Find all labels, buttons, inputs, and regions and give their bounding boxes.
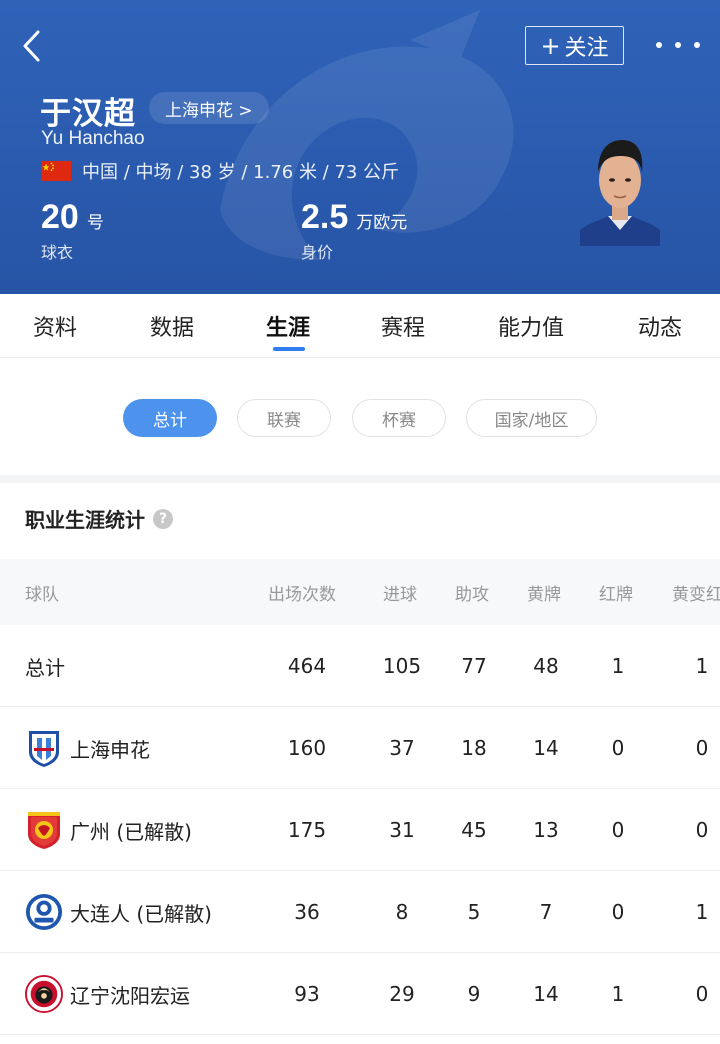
column-goals: 进球 bbox=[383, 584, 417, 605]
team-name: 总计 bbox=[25, 655, 65, 680]
table-row[interactable]: 大连人 (已解散) 36 8 5 7 0 1 bbox=[0, 871, 720, 953]
filter-total[interactable]: 总计 bbox=[123, 399, 217, 437]
player-info: 中国 / 中场 / 38 岁 / 1.76 米 / 73 公斤 bbox=[82, 162, 400, 183]
red-value: 0 bbox=[611, 736, 625, 760]
red-value: 1 bbox=[611, 654, 625, 678]
goals-value: 29 bbox=[389, 982, 415, 1006]
team-name: 大连人 (已解散) bbox=[70, 901, 212, 926]
market-value-caption: 身价 bbox=[301, 243, 334, 262]
column-team: 球队 bbox=[25, 584, 59, 605]
table-row[interactable]: 辽宁沈阳宏运 93 29 9 14 1 0 bbox=[0, 953, 720, 1035]
yellow-value: 48 bbox=[533, 654, 559, 678]
follow-label: 关注 bbox=[564, 35, 609, 61]
apps-value: 93 bbox=[294, 982, 320, 1006]
filter-cup[interactable]: 杯赛 bbox=[352, 399, 446, 437]
shirt-caption: 球衣 bbox=[41, 243, 74, 262]
team-name: 上海申花 bbox=[70, 737, 150, 762]
tab-schedule[interactable]: 赛程 bbox=[381, 294, 425, 358]
goals-value: 31 bbox=[389, 818, 415, 842]
player-avatar bbox=[580, 140, 660, 246]
yellow-red-value: 1 bbox=[695, 900, 709, 924]
back-icon[interactable] bbox=[16, 26, 48, 66]
more-options-icon[interactable] bbox=[656, 30, 700, 60]
tab-ability[interactable]: 能力值 bbox=[498, 294, 564, 358]
section-divider bbox=[0, 475, 720, 483]
assists-value: 77 bbox=[461, 654, 487, 678]
yellow-value: 14 bbox=[533, 736, 559, 760]
market-value-unit: 万欧元 bbox=[356, 213, 408, 233]
yellow-red-value: 0 bbox=[695, 736, 709, 760]
tab-bar: 资料 数据 生涯 赛程 能力值 动态 bbox=[0, 294, 720, 358]
guangzhou-logo-icon bbox=[28, 812, 60, 849]
filter-league[interactable]: 联赛 bbox=[237, 399, 331, 437]
filter-national[interactable]: 国家/地区 bbox=[466, 399, 597, 437]
goals-value: 37 bbox=[389, 736, 415, 760]
tab-news[interactable]: 动态 bbox=[638, 294, 682, 358]
goals-value: 105 bbox=[382, 654, 422, 678]
apps-value: 160 bbox=[287, 736, 327, 760]
assists-value: 45 bbox=[461, 818, 487, 842]
follow-button[interactable]: + 关注 bbox=[525, 26, 624, 65]
plus-icon: + bbox=[540, 31, 561, 60]
table-row[interactable]: 上海申花 160 37 18 14 0 0 bbox=[0, 707, 720, 789]
assists-value: 9 bbox=[467, 982, 481, 1006]
table-header: 球队 出场次数 进球 助攻 黄牌 红牌 黄变红 bbox=[0, 559, 720, 625]
player-header: + 关注 于汉超 上海申花 > Yu Hanchao 中国 / 中场 / 38 … bbox=[0, 0, 720, 294]
tab-stats[interactable]: 数据 bbox=[150, 294, 194, 358]
yellow-value: 13 bbox=[533, 818, 559, 842]
yellow-red-value: 0 bbox=[695, 818, 709, 842]
market-value: 2.5 bbox=[301, 198, 349, 236]
filter-bar: 总计 联赛 杯赛 国家/地区 bbox=[0, 359, 720, 475]
dalian-logo-icon bbox=[25, 893, 63, 931]
tab-profile[interactable]: 资料 bbox=[33, 294, 77, 358]
yellow-value: 14 bbox=[533, 982, 559, 1006]
assists-value: 18 bbox=[461, 736, 487, 760]
table-row: 总计 464 105 77 48 1 1 bbox=[0, 625, 720, 707]
column-yellow: 黄牌 bbox=[527, 584, 561, 605]
yellow-red-value: 0 bbox=[695, 982, 709, 1006]
club-link[interactable]: 上海申花 > bbox=[149, 92, 269, 124]
red-value: 0 bbox=[611, 900, 625, 924]
column-red: 红牌 bbox=[599, 584, 633, 605]
red-value: 1 bbox=[611, 982, 625, 1006]
apps-value: 175 bbox=[287, 818, 327, 842]
market-value-block: 2.5 万欧元 身价 bbox=[301, 198, 407, 263]
yellow-red-value: 1 bbox=[695, 654, 709, 678]
shirt-number-block: 20 号 球衣 bbox=[41, 198, 104, 263]
section-title-text: 职业生涯统计 bbox=[25, 508, 145, 532]
apps-value: 464 bbox=[287, 654, 327, 678]
assists-value: 5 bbox=[467, 900, 481, 924]
column-yellow-red: 黄变红 bbox=[672, 584, 720, 605]
player-name: 于汉超 bbox=[40, 96, 136, 132]
team-name: 辽宁沈阳宏运 bbox=[70, 983, 190, 1008]
section-title: 职业生涯统计 ? bbox=[25, 504, 173, 533]
shirt-number: 20 bbox=[41, 198, 79, 236]
team-name: 广州 (已解散) bbox=[70, 819, 192, 844]
china-flag-icon bbox=[41, 161, 71, 181]
table-row[interactable]: 广州 (已解散) 175 31 45 13 0 0 bbox=[0, 789, 720, 871]
shenhua-logo-icon bbox=[29, 731, 59, 767]
column-apps: 出场次数 bbox=[268, 584, 336, 605]
liaoning-logo-icon bbox=[25, 975, 63, 1013]
yellow-value: 7 bbox=[539, 900, 553, 924]
help-icon[interactable]: ? bbox=[153, 508, 173, 529]
player-name-english: Yu Hanchao bbox=[41, 128, 145, 149]
active-tab-indicator bbox=[273, 347, 305, 351]
apps-value: 36 bbox=[294, 900, 320, 924]
goals-value: 8 bbox=[395, 900, 409, 924]
red-value: 0 bbox=[611, 818, 625, 842]
column-assists: 助攻 bbox=[455, 584, 489, 605]
shirt-number-unit: 号 bbox=[86, 213, 104, 233]
